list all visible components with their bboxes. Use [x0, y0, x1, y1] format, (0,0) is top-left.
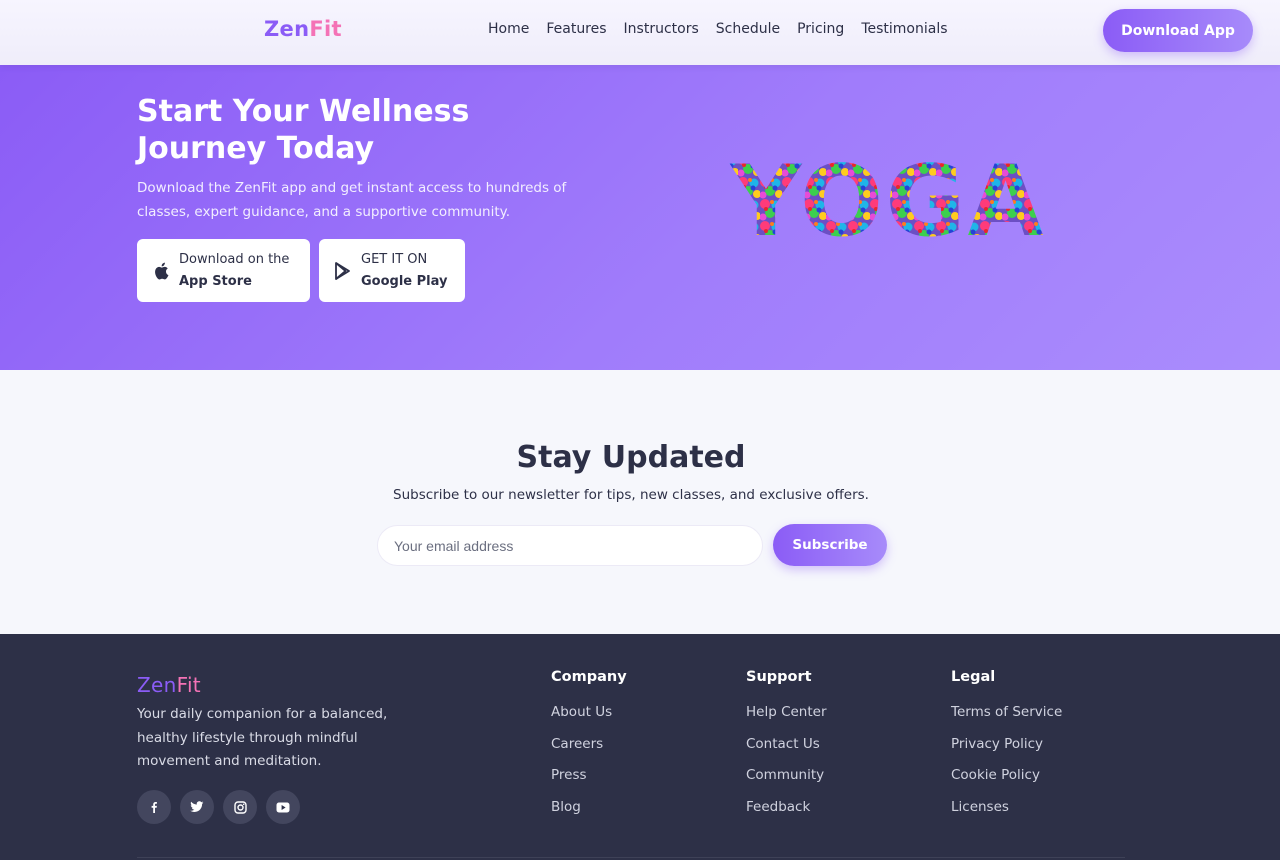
yoga-word: YOGA: [729, 155, 1045, 240]
footer-link-careers[interactable]: Careers: [551, 729, 627, 761]
logo[interactable]: ZenFit: [264, 17, 342, 41]
newsletter-section: Stay Updated Subscribe to our newsletter…: [0, 370, 1280, 634]
footer-divider: [137, 857, 1125, 858]
social-links: [137, 790, 300, 824]
logo-fit: Fit: [309, 17, 342, 41]
hero-description: Download the ZenFit app and get instant …: [137, 180, 567, 220]
footer-link-blog[interactable]: Blog: [551, 792, 627, 824]
site-footer: ZenFit Your daily companion for a balanc…: [0, 634, 1280, 860]
google-play-line2: Google Play: [361, 274, 448, 289]
apple-icon: [152, 262, 170, 280]
google-play-line1: GET IT ON: [361, 252, 428, 267]
footer-link-feedback[interactable]: Feedback: [746, 792, 827, 824]
hero-section: Start Your Wellness Journey Today Downlo…: [0, 65, 1280, 370]
facebook-icon[interactable]: [137, 790, 171, 824]
app-store-line1: Download on the: [179, 252, 290, 267]
app-store-line2: App Store: [179, 274, 252, 289]
newsletter-subtitle: Subscribe to our newsletter for tips, ne…: [393, 487, 869, 503]
footer-column-title: Legal: [951, 669, 996, 685]
footer-link-licenses[interactable]: Licenses: [951, 792, 1062, 824]
footer-column-title: Company: [551, 669, 627, 685]
footer-logo-fit: Fit: [176, 673, 201, 697]
footer-column-company: Company About Us Careers Press Blog: [551, 669, 627, 824]
play-store-icon: [334, 261, 352, 280]
youtube-icon[interactable]: [266, 790, 300, 824]
google-play-button[interactable]: GET IT ON Google Play: [319, 239, 465, 302]
footer-logo-zen: Zen: [137, 673, 177, 697]
footer-link-terms[interactable]: Terms of Service: [951, 697, 1062, 729]
footer-link-privacy[interactable]: Privacy Policy: [951, 729, 1062, 761]
app-store-button[interactable]: Download on the App Store: [137, 239, 310, 302]
footer-column-support: Support Help Center Contact Us Community…: [746, 669, 827, 824]
nav-schedule[interactable]: Schedule: [716, 21, 780, 37]
footer-link-contact-us[interactable]: Contact Us: [746, 729, 827, 761]
nav-features[interactable]: Features: [546, 21, 606, 37]
nav-instructors[interactable]: Instructors: [624, 21, 699, 37]
main-nav: Home Features Instructors Schedule Prici…: [488, 21, 948, 37]
download-app-button[interactable]: Download App: [1103, 9, 1253, 52]
nav-home[interactable]: Home: [488, 21, 529, 37]
footer-column-legal: Legal Terms of Service Privacy Policy Co…: [951, 669, 1062, 824]
email-input[interactable]: [377, 525, 763, 566]
nav-pricing[interactable]: Pricing: [797, 21, 844, 37]
nav-testimonials[interactable]: Testimonials: [861, 21, 947, 37]
hero-title: Start Your Wellness Journey Today: [137, 94, 470, 166]
instagram-icon[interactable]: [223, 790, 257, 824]
footer-link-help-center[interactable]: Help Center: [746, 697, 827, 729]
footer-link-community[interactable]: Community: [746, 760, 827, 792]
footer-link-about-us[interactable]: About Us: [551, 697, 627, 729]
footer-logo[interactable]: ZenFit: [137, 673, 201, 697]
yoga-floral-illustration: YOGA: [729, 155, 1045, 240]
footer-link-press[interactable]: Press: [551, 760, 627, 792]
footer-link-cookie[interactable]: Cookie Policy: [951, 760, 1062, 792]
footer-column-title: Support: [746, 669, 812, 685]
subscribe-button[interactable]: Subscribe: [773, 524, 887, 566]
footer-description: Your daily companion for a balanced, hea…: [137, 706, 388, 769]
newsletter-title: Stay Updated: [516, 440, 746, 475]
logo-zen: Zen: [264, 17, 310, 41]
site-header: ZenFit Home Features Instructors Schedul…: [0, 0, 1280, 65]
twitter-icon[interactable]: [180, 790, 214, 824]
